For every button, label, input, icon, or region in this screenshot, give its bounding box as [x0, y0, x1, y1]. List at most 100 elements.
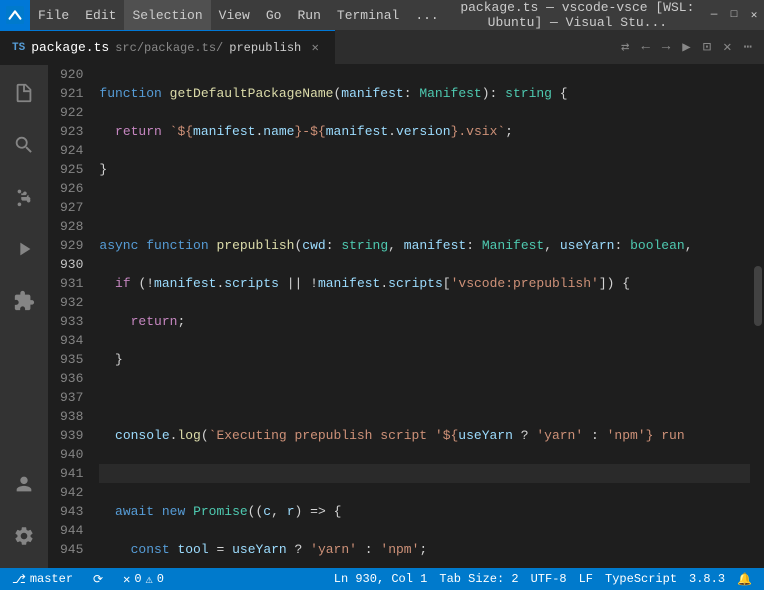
split-editor-button[interactable]: ⇄	[617, 35, 633, 60]
tab-badge: prepublish	[229, 41, 301, 55]
line-numbers: 920 921 922 923 924 925 926 927 928 929 …	[48, 65, 91, 568]
menu-more[interactable]: ...	[407, 0, 446, 30]
branch-name: master	[30, 572, 73, 586]
menu-selection[interactable]: Selection	[124, 0, 210, 30]
line-num-931: 931	[60, 274, 83, 293]
scroll-thumb[interactable]	[754, 266, 762, 326]
status-notifications[interactable]: 🔔	[733, 572, 756, 587]
menu-go[interactable]: Go	[258, 0, 290, 30]
active-tab[interactable]: TS package.ts src/package.ts/ prepublish…	[0, 30, 335, 64]
code-line-929: console.log(`Executing prepublish script…	[99, 426, 750, 445]
warning-icon: ⚠	[146, 572, 153, 587]
more-actions-button[interactable]: ⋯	[740, 35, 756, 60]
status-language[interactable]: TypeScript	[601, 572, 681, 586]
code-line-920: function getDefaultPackageName(manifest:…	[99, 84, 750, 103]
line-ending-label: LF	[579, 572, 593, 586]
status-errors[interactable]: ✕ 0 ⚠ 0	[119, 568, 168, 590]
code-line-927: }	[99, 350, 750, 369]
code-container[interactable]: 920 921 922 923 924 925 926 927 928 929 …	[48, 65, 750, 568]
code-line-932: const tool = useYarn ? 'yarn' : 'npm';	[99, 540, 750, 559]
app-icon	[0, 0, 30, 30]
line-num-937: 937	[60, 388, 83, 407]
main-area: 920 921 922 923 924 925 926 927 928 929 …	[0, 65, 764, 568]
line-num-926: 926	[60, 179, 83, 198]
line-num-921: 921	[60, 84, 83, 103]
close-editor-button[interactable]: ✕	[719, 35, 735, 60]
go-forward-button[interactable]: →	[658, 35, 674, 59]
status-sync[interactable]: ⟳	[89, 568, 107, 590]
scrollbar[interactable]	[750, 65, 764, 568]
close-button[interactable]: ✕	[748, 9, 760, 21]
activity-explorer[interactable]	[0, 69, 48, 117]
line-num-936: 936	[60, 369, 83, 388]
menu-view[interactable]: View	[211, 0, 258, 30]
activity-search[interactable]	[0, 121, 48, 169]
sync-icon: ⟳	[93, 572, 103, 587]
activity-run[interactable]	[0, 225, 48, 273]
line-num-930: 930	[60, 255, 83, 274]
minimize-button[interactable]: —	[708, 9, 720, 21]
activity-bottom	[0, 460, 48, 568]
activity-bar	[0, 65, 48, 568]
line-num-922: 922	[60, 103, 83, 122]
line-num-932: 932	[60, 293, 83, 312]
code-line-928	[99, 388, 750, 407]
warning-count: 0	[157, 572, 164, 586]
tab-actions: ⇄ ← → ▶ ⊡ ✕ ⋯	[617, 30, 764, 64]
line-num-941: 941	[60, 464, 83, 483]
tab-ts-icon: TS	[12, 42, 25, 54]
code-line-930	[99, 464, 750, 483]
status-branch[interactable]: ⎇ master	[8, 568, 77, 590]
line-num-945: 945	[60, 540, 83, 559]
menu-file[interactable]: File	[30, 0, 77, 30]
notifications-icon: 🔔	[737, 572, 752, 587]
activity-settings[interactable]	[0, 512, 48, 560]
tab-size-label: Tab Size: 2	[439, 572, 518, 586]
maximize-button[interactable]: □	[728, 9, 740, 21]
line-num-920: 920	[60, 65, 83, 84]
status-bar: ⎇ master ⟳ ✕ 0 ⚠ 0 Ln 930, Col 1 Tab Siz…	[0, 568, 764, 590]
open-changes-button[interactable]: ▶	[678, 35, 694, 60]
window-title: package.ts — vscode-vsce [WSL: Ubuntu] —…	[447, 0, 708, 30]
line-num-942: 942	[60, 483, 83, 502]
activity-account[interactable]	[0, 460, 48, 508]
code-line-924: async function prepublish(cwd: string, m…	[99, 236, 750, 255]
line-num-938: 938	[60, 407, 83, 426]
cursor-position: Ln 930, Col 1	[334, 572, 428, 586]
language-label: TypeScript	[605, 572, 677, 586]
encoding-label: UTF-8	[531, 572, 567, 586]
activity-extensions[interactable]	[0, 277, 48, 325]
go-back-button[interactable]: ←	[637, 35, 653, 59]
git-branch-icon: ⎇	[12, 572, 26, 587]
menu-terminal[interactable]: Terminal	[329, 0, 407, 30]
title-bar: File Edit Selection View Go Run Terminal…	[0, 0, 764, 30]
code-editor[interactable]: function getDefaultPackageName(manifest:…	[91, 65, 750, 568]
line-num-940: 940	[60, 445, 83, 464]
status-version[interactable]: 3.8.3	[685, 572, 729, 586]
activity-source-control[interactable]	[0, 173, 48, 221]
editor-area: 920 921 922 923 924 925 926 927 928 929 …	[48, 65, 764, 568]
status-line-ending[interactable]: LF	[575, 572, 597, 586]
tab-bar: TS package.ts src/package.ts/ prepublish…	[0, 30, 764, 65]
line-num-925: 925	[60, 160, 83, 179]
line-num-944: 944	[60, 521, 83, 540]
window-controls: — □ ✕	[708, 9, 764, 21]
code-line-931: await new Promise((c, r) => {	[99, 502, 750, 521]
split-right-button[interactable]: ⊡	[699, 35, 715, 60]
tab-path: src/package.ts/	[115, 41, 223, 55]
line-num-928: 928	[60, 217, 83, 236]
line-num-924: 924	[60, 141, 83, 160]
code-line-922: }	[99, 160, 750, 179]
status-position[interactable]: Ln 930, Col 1	[330, 572, 432, 586]
tab-close-button[interactable]: ✕	[307, 40, 323, 56]
line-num-939: 939	[60, 426, 83, 445]
status-encoding[interactable]: UTF-8	[527, 572, 571, 586]
menu-edit[interactable]: Edit	[77, 0, 124, 30]
line-num-923: 923	[60, 122, 83, 141]
menu-run[interactable]: Run	[289, 0, 328, 30]
code-line-926: return;	[99, 312, 750, 331]
code-line-921: return `${manifest.name}-${manifest.vers…	[99, 122, 750, 141]
status-tab-size[interactable]: Tab Size: 2	[435, 572, 522, 586]
line-num-933: 933	[60, 312, 83, 331]
error-count: 0	[134, 572, 141, 586]
